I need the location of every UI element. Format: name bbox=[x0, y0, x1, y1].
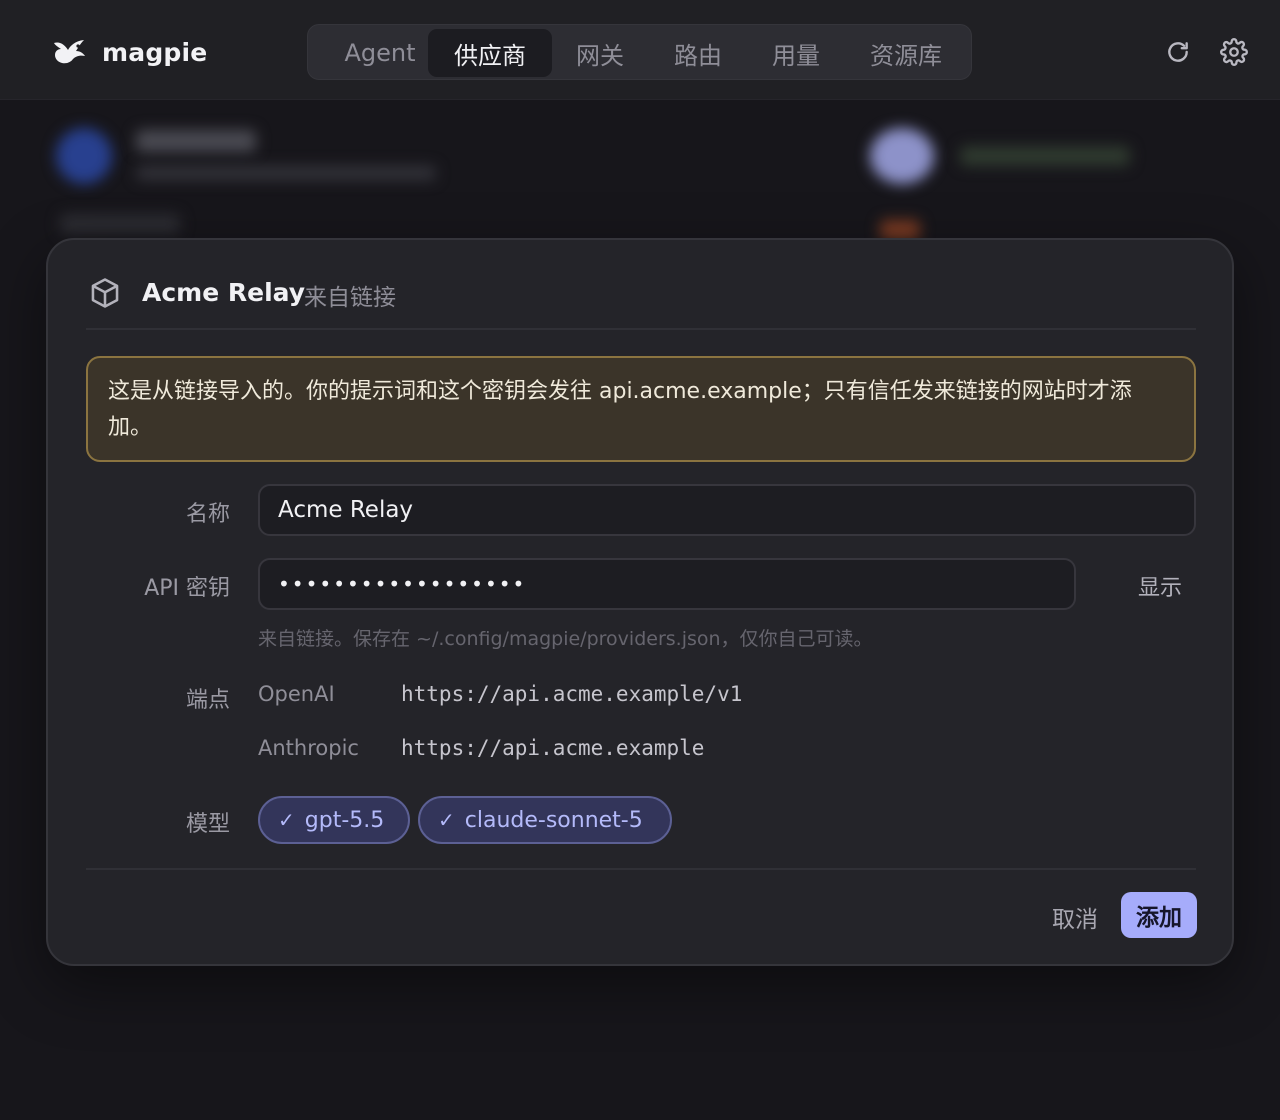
model-chip-claude[interactable]: ✓ claude-sonnet-5 bbox=[418, 796, 672, 844]
package-cube-icon bbox=[91, 278, 119, 308]
name-field[interactable] bbox=[258, 484, 1196, 536]
tab-usage[interactable]: 用量 bbox=[756, 29, 836, 77]
import-warning-banner: 这是从链接导入的。你的提示词和这个密钥会发往 api.acme.example；… bbox=[86, 356, 1196, 462]
refresh-button[interactable] bbox=[1160, 34, 1196, 70]
source-tag: 来自链接 bbox=[304, 285, 396, 311]
check-icon: ✓ bbox=[278, 808, 295, 832]
model-chip-label: claude-sonnet-5 bbox=[464, 807, 643, 833]
model-chip-label: gpt-5.5 bbox=[304, 807, 385, 833]
name-input[interactable] bbox=[278, 497, 1176, 523]
blurred-provider-avatar bbox=[56, 128, 112, 184]
endpoint-name-anthropic: Anthropic bbox=[258, 736, 359, 760]
settings-button[interactable] bbox=[1216, 34, 1252, 70]
dialog-title: Acme Relay bbox=[142, 278, 306, 307]
add-button[interactable]: 添加 bbox=[1121, 892, 1197, 938]
footer-divider bbox=[86, 868, 1196, 870]
endpoint-url-anthropic: https://api.acme.example bbox=[401, 736, 705, 760]
brand[interactable]: magpie bbox=[52, 34, 207, 70]
blurred-provider-avatar-2 bbox=[870, 128, 934, 184]
model-chip-gpt[interactable]: ✓ gpt-5.5 bbox=[258, 796, 410, 844]
tab-providers[interactable]: 供应商 bbox=[428, 29, 552, 77]
app-name: magpie bbox=[102, 37, 208, 67]
header-divider bbox=[86, 328, 1196, 330]
blurred-provider-row bbox=[60, 214, 180, 234]
tab-routing[interactable]: 路由 bbox=[658, 29, 738, 77]
endpoint-name-openai: OpenAI bbox=[258, 682, 335, 706]
tab-gateway[interactable]: 网关 bbox=[560, 29, 640, 77]
show-key-button[interactable]: 显示 bbox=[1138, 570, 1182, 602]
tab-library[interactable]: 资源库 bbox=[854, 29, 958, 77]
blurred-provider-meta bbox=[136, 166, 436, 180]
blurred-provider-title-2 bbox=[960, 146, 1130, 166]
endpoint-url-openai: https://api.acme.example/v1 bbox=[401, 682, 743, 706]
add-provider-dialog: Acme Relay 来自链接 这是从链接导入的。你的提示词和这个密钥会发往 a… bbox=[46, 238, 1234, 966]
api-key-hint: 来自链接。保存在 ~/.config/magpie/providers.json… bbox=[258, 628, 873, 650]
blurred-provider-badge bbox=[880, 220, 920, 240]
check-icon: ✓ bbox=[438, 808, 455, 832]
cancel-button[interactable]: 取消 bbox=[1052, 900, 1098, 934]
tab-agent[interactable]: Agent bbox=[326, 29, 434, 77]
blurred-provider-title bbox=[136, 130, 256, 152]
top-bar: magpie Agent 供应商 网关 路由 用量 资源库 bbox=[0, 0, 1280, 100]
api-key-label: API 密钥 bbox=[144, 576, 230, 601]
magpie-logo-icon bbox=[54, 40, 85, 64]
api-key-field[interactable] bbox=[258, 558, 1076, 610]
name-label: 名称 bbox=[185, 502, 230, 527]
gear-icon bbox=[1220, 38, 1248, 66]
api-key-input[interactable] bbox=[278, 572, 1056, 596]
main-nav: Agent 供应商 网关 路由 用量 资源库 bbox=[307, 24, 972, 80]
refresh-icon bbox=[1168, 42, 1188, 62]
models-label: 模型 bbox=[185, 812, 230, 837]
endpoints-label: 端点 bbox=[185, 688, 230, 713]
